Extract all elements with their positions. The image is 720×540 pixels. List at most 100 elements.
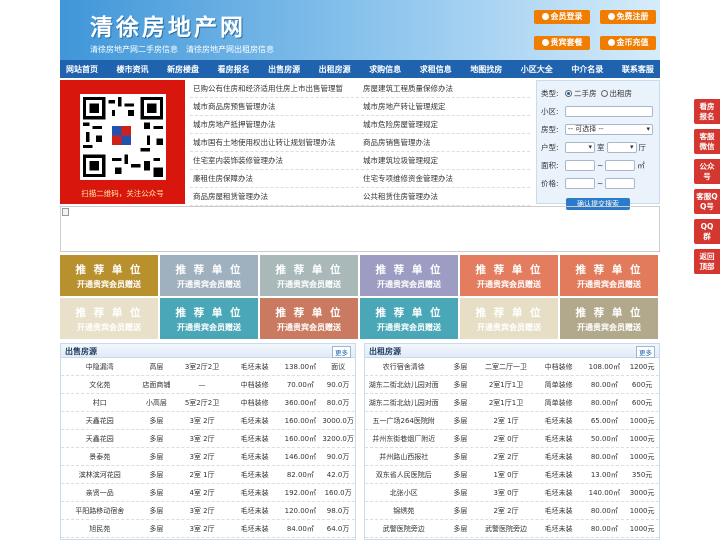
- listing-cell[interactable]: 湖东二街北幼儿园对面: [365, 398, 442, 408]
- listing-row[interactable]: 五一广场264医院附 多层 2室 1厅 毛坯未装 65.00㎡ 1000元: [365, 412, 659, 430]
- listing-row[interactable]: 锦绣苑 多层 2室 2厅 毛坯未装 80.00㎡ 1000元: [365, 502, 659, 520]
- float-back-to-top[interactable]: 返回 顶部: [694, 249, 720, 274]
- listing-row[interactable]: 景泰苑 多层 3室 2厅 毛坯未装 146.00㎡ 90.0万: [61, 448, 355, 466]
- rental-link[interactable]: 清徐房地产网出租房信息: [186, 44, 274, 55]
- listing-cell[interactable]: 景泰苑: [61, 452, 138, 462]
- listing-row[interactable]: 村口 小高层 5室2厅2卫 中档装修 360.00㎡ 80.0万: [61, 394, 355, 412]
- news-link[interactable]: 住宅室内装饰装修管理办法: [190, 152, 360, 169]
- nav-item[interactable]: 联系客服: [622, 64, 654, 75]
- community-input[interactable]: [565, 105, 653, 117]
- price-min-input[interactable]: [565, 177, 595, 189]
- news-link[interactable]: 城市危险房屋管理规定: [360, 116, 530, 133]
- nav-item[interactable]: 网站首页: [66, 64, 98, 75]
- member-login-button[interactable]: 会员登录: [534, 10, 590, 24]
- news-link[interactable]: 住宅专项维修资金管理办法: [360, 170, 530, 187]
- promo-tile[interactable]: 推 荐 单 位开通贵宾会员赠送: [560, 298, 658, 339]
- second-hand-link[interactable]: 清徐房地产网二手房信息: [90, 44, 178, 55]
- news-link[interactable]: 商品房销售管理办法: [360, 134, 530, 151]
- promo-tile[interactable]: 推 荐 单 位开通贵宾会员赠送: [560, 255, 658, 296]
- listing-row[interactable]: 平阳路移动宿舍 多层 3室 2厅 毛坯未装 120.00㎡ 98.0万: [61, 502, 355, 520]
- price-max-input[interactable]: [605, 177, 636, 189]
- nav-item[interactable]: 出租房源: [319, 64, 351, 75]
- listing-row[interactable]: 天鑫花园 多层 3室 2厅 毛坯未装 160.00㎡ 3000.0万: [61, 412, 355, 430]
- radio-second-hand[interactable]: 二手房: [565, 88, 597, 99]
- site-title[interactable]: 清徐房地产网: [90, 8, 246, 42]
- news-link[interactable]: 公共租赁住房管理办法: [360, 188, 530, 205]
- vip-package-button[interactable]: 贵宾套餐: [534, 36, 590, 50]
- promo-tile[interactable]: 推 荐 单 位开通贵宾会员赠送: [360, 255, 458, 296]
- nav-item[interactable]: 出售房源: [268, 64, 300, 75]
- news-link[interactable]: 商品房屋租赁管理办法: [190, 188, 360, 205]
- listing-row[interactable]: 武警医院旁边 多层 武警医院旁边 毛坯未装 80.00㎡ 1000元: [365, 520, 659, 538]
- listing-cell[interactable]: 文化苑: [61, 380, 138, 390]
- news-link[interactable]: 城市建筑垃圾管理规定: [360, 152, 530, 169]
- area-max-input[interactable]: [605, 159, 636, 171]
- listing-cell[interactable]: 天鑫花园: [61, 434, 138, 444]
- listing-cell[interactable]: 平阳路移动宿舍: [61, 506, 138, 516]
- float-service-qq[interactable]: 客服Q Q号: [694, 189, 720, 214]
- promo-tile[interactable]: 推 荐 单 位开通贵宾会员赠送: [260, 255, 358, 296]
- listing-cell[interactable]: 并州东街巷烟厂附近: [365, 434, 442, 444]
- float-viewing-signup[interactable]: 看房 报名: [694, 99, 720, 124]
- listing-cell[interactable]: 天鑫花园: [61, 416, 138, 426]
- news-link[interactable]: 城市国有土地使用权出让转让规划管理办法: [190, 134, 360, 151]
- radio-rental[interactable]: 出租房: [600, 88, 632, 99]
- nav-item[interactable]: 求租信息: [420, 64, 452, 75]
- nav-item[interactable]: 地图找房: [470, 64, 502, 75]
- float-qq-group[interactable]: QQ 群: [694, 219, 720, 244]
- listing-row[interactable]: 北张小区 多层 3室 0厅 毛坯未装 140.00㎡ 3000元: [365, 484, 659, 502]
- news-link[interactable]: 城市商品房预售管理办法: [190, 98, 360, 115]
- news-link[interactable]: 城市房地产转让管理规定: [360, 98, 530, 115]
- listing-cell[interactable]: 旭民苑: [61, 524, 138, 534]
- listing-cell[interactable]: 并州路山西报社: [365, 452, 442, 462]
- listing-row[interactable]: 亲贤一品 多层 4室 2厅 毛坯未装 192.00㎡ 160.0万: [61, 484, 355, 502]
- float-official-account[interactable]: 公众号: [694, 159, 720, 184]
- listing-row[interactable]: 并州路山西报社 多层 2室 2厅 毛坯未装 80.00㎡ 1000元: [365, 448, 659, 466]
- news-link[interactable]: 已购公有住房和经济适用住房上市出售管理暂: [190, 80, 360, 97]
- nav-item[interactable]: 小区大全: [521, 64, 553, 75]
- promo-tile[interactable]: 推 荐 单 位开通贵宾会员赠送: [460, 298, 558, 339]
- listing-row[interactable]: 天鑫花园 多层 3室 2厅 毛坯未装 160.00㎡ 3200.0万: [61, 430, 355, 448]
- promo-tile[interactable]: 推 荐 单 位开通贵宾会员赠送: [460, 255, 558, 296]
- float-service-wechat[interactable]: 客服 微信: [694, 129, 720, 154]
- listing-cell[interactable]: 中隐漏湾: [61, 362, 138, 372]
- news-link[interactable]: 房屋建筑工程质量保修办法: [360, 80, 530, 97]
- promo-tile[interactable]: 推 荐 单 位开通贵宾会员赠送: [60, 298, 158, 339]
- news-link[interactable]: 城市房地产抵押管理办法: [190, 116, 360, 133]
- promo-tile[interactable]: 推 荐 单 位开通贵宾会员赠送: [360, 298, 458, 339]
- coin-recharge-button[interactable]: 金币充值: [600, 36, 656, 50]
- promo-tile[interactable]: 推 荐 单 位开通贵宾会员赠送: [60, 255, 158, 296]
- listing-cell[interactable]: 双东省人民医院后: [365, 470, 442, 480]
- listing-row[interactable]: 文化苑 店面商铺 — 中档装修 70.00㎡ 90.0万: [61, 376, 355, 394]
- news-link[interactable]: 廉租住房保障办法: [190, 170, 360, 187]
- listing-row[interactable]: 旭民苑 多层 3室 2厅 毛坯未装 84.00㎡ 64.0万: [61, 520, 355, 538]
- listing-row[interactable]: 湖东二街北幼儿园对面 多层 2室1厅1卫 简单装修 80.00㎡ 600元: [365, 394, 659, 412]
- ad-banner[interactable]: [60, 206, 660, 252]
- listing-cell[interactable]: 农行宿舍清徐: [365, 362, 442, 372]
- rent-more-link[interactable]: 更多: [636, 346, 655, 358]
- listing-cell[interactable]: 北张小区: [365, 488, 442, 498]
- promo-tile[interactable]: 推 荐 单 位开通贵宾会员赠送: [160, 298, 258, 339]
- room-select[interactable]: ▾: [565, 141, 595, 153]
- listing-cell[interactable]: 湖东二街北幼儿园对面: [365, 380, 442, 390]
- listing-row[interactable]: 湖东二街北幼儿园对面 多层 2室1厅1卫 简单装修 80.00㎡ 600元: [365, 376, 659, 394]
- house-type-select[interactable]: -- 可选择 -- ▾: [565, 123, 653, 135]
- listing-cell[interactable]: 村口: [61, 398, 138, 408]
- listing-row[interactable]: 双东省人民医院后 多层 1室 0厅 毛坯未装 13.00㎡ 350元: [365, 466, 659, 484]
- listing-cell[interactable]: 武警医院旁边: [365, 524, 442, 534]
- listing-cell[interactable]: 锦绣苑: [365, 506, 442, 516]
- promo-tile[interactable]: 推 荐 单 位开通贵宾会员赠送: [260, 298, 358, 339]
- listing-cell[interactable]: 五一广场264医院附: [365, 416, 442, 426]
- listing-cell[interactable]: 滨林滨河花园: [61, 470, 138, 480]
- listing-row[interactable]: 滨林滨河花园 多层 2室 1厅 毛坯未装 82.00㎡ 42.0万: [61, 466, 355, 484]
- hall-select[interactable]: ▾: [606, 141, 637, 153]
- listing-row[interactable]: 并州东街巷烟厂附近 多层 2室 0厅 毛坯未装 50.00㎡ 1000元: [365, 430, 659, 448]
- nav-item[interactable]: 看房报名: [218, 64, 250, 75]
- listing-cell[interactable]: 亲贤一品: [61, 488, 138, 498]
- listing-row[interactable]: 中隐漏湾 高层 3室2厅2卫 毛坯未装 138.00㎡ 面议: [61, 358, 355, 376]
- listing-row[interactable]: 农行宿舍清徐 多层 二室二厅一卫 中档装修 108.00㎡ 1200元: [365, 358, 659, 376]
- free-register-button[interactable]: 免费注册: [600, 10, 656, 24]
- nav-item[interactable]: 楼市资讯: [117, 64, 149, 75]
- area-min-input[interactable]: [565, 159, 595, 171]
- promo-tile[interactable]: 推 荐 单 位开通贵宾会员赠送: [160, 255, 258, 296]
